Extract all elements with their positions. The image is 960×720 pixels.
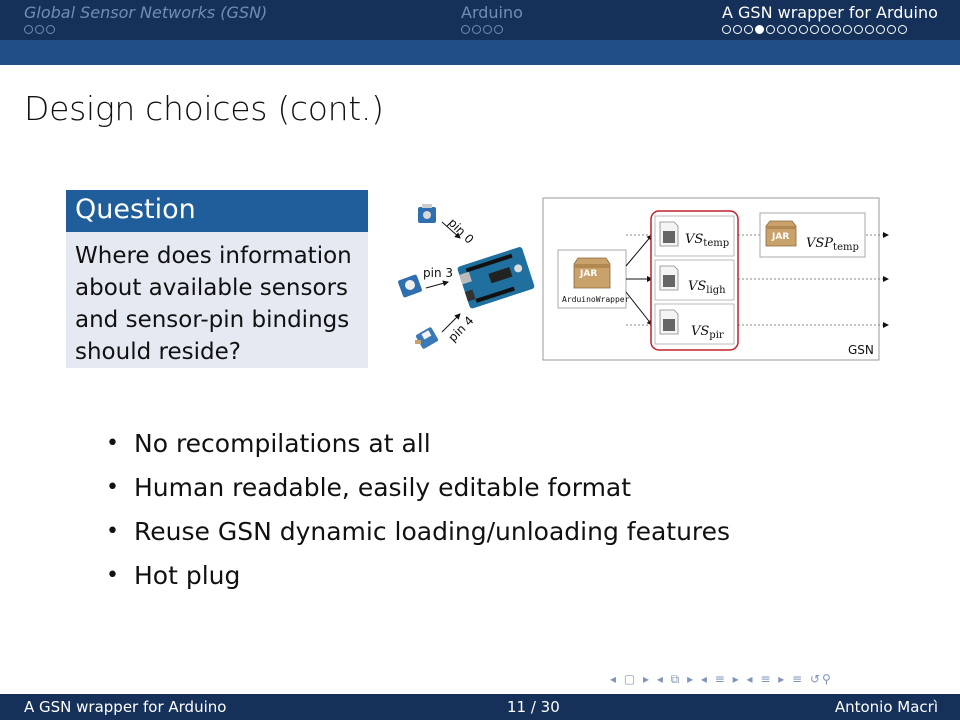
page-number: 11 / 30 <box>507 698 560 716</box>
arduino-board-icon <box>457 247 535 309</box>
nav-dot[interactable] <box>854 25 863 34</box>
diagram-graphics <box>398 197 889 361</box>
nav-dot[interactable] <box>766 25 775 34</box>
xml-file-icon <box>659 265 679 291</box>
nav-dot[interactable] <box>24 25 33 34</box>
nav-dot[interactable] <box>777 25 786 34</box>
nav-dot[interactable] <box>46 25 55 34</box>
bullet-list: • No recompilations at all • Human readabl… <box>104 422 730 598</box>
nav-dot[interactable] <box>494 25 503 34</box>
vs-ligh-label: VSligh <box>688 279 726 296</box>
nav-dot[interactable] <box>799 25 808 34</box>
nav-dots-gsn[interactable] <box>24 25 55 35</box>
prev-frame-icon[interactable]: ◂ ▢ ▸ <box>610 672 651 686</box>
sensor-module-icon <box>418 204 436 223</box>
nav-dot[interactable] <box>865 25 874 34</box>
nav-dot[interactable] <box>876 25 885 34</box>
prev-section-icon[interactable]: ◂ ≡ ▸ <box>701 672 741 686</box>
nav-dot[interactable] <box>722 25 731 34</box>
nav-dot[interactable] <box>755 25 764 34</box>
nav-dots-wrapper[interactable] <box>722 25 907 35</box>
list-item: • No recompilations at all <box>106 429 431 458</box>
nav-section-arduino[interactable]: Arduino <box>461 4 523 22</box>
sensor-module-icon <box>415 327 439 349</box>
nav-section-wrapper[interactable]: A GSN wrapper for Arduino <box>722 4 938 22</box>
nav-dot[interactable] <box>887 25 896 34</box>
jar-label: JAR <box>772 232 790 242</box>
nav-dot[interactable] <box>744 25 753 34</box>
pin-label: pin 3 <box>423 266 454 280</box>
nav-dot[interactable] <box>843 25 852 34</box>
nav-dot[interactable] <box>483 25 492 34</box>
nav-dot[interactable] <box>35 25 44 34</box>
nav-dot[interactable] <box>821 25 830 34</box>
header-bar: Global Sensor Networks (GSN) Arduino A G… <box>0 0 960 40</box>
search-icon[interactable]: ↺⚲ <box>810 672 833 686</box>
question-block-title: Question <box>66 190 368 232</box>
nav-dot[interactable] <box>733 25 742 34</box>
beamer-nav-controls: ◂ ▢ ▸ ◂ ⧉ ▸ ◂ ≡ ▸ ◂ ≡ ▸ ≡ ↺⚲ <box>610 672 833 687</box>
prev-subsection-list-icon[interactable]: ◂ ≡ ▸ <box>746 672 786 686</box>
slide-title: Design choices (cont.) <box>24 89 384 128</box>
sensor-module-icon <box>398 274 422 298</box>
nav-dot[interactable] <box>810 25 819 34</box>
wrapper-label: ArduinoWrapper <box>562 295 630 304</box>
vs-pir-label: VSpir <box>691 324 724 341</box>
prev-subsection-icon[interactable]: ◂ ⧉ ▸ <box>657 672 695 686</box>
nav-dot[interactable] <box>472 25 481 34</box>
nav-dot[interactable] <box>898 25 907 34</box>
footer-bar: A GSN wrapper for Arduino 11 / 30 Antoni… <box>0 694 960 720</box>
architecture-diagram: pin 0 pin 3 pin 4 JAR JAR ArduinoWrapper… <box>380 190 900 370</box>
appendix-icon[interactable]: ≡ <box>792 672 804 686</box>
vs-temp-label: VStemp <box>685 232 730 249</box>
vsp-temp-label: VSPtemp <box>806 236 859 253</box>
list-item: • Hot plug <box>106 561 241 590</box>
gsn-label: GSN <box>848 343 874 357</box>
question-block: Question Where does information about av… <box>66 190 368 368</box>
nav-dot[interactable] <box>788 25 797 34</box>
question-block-body: Where does information about available s… <box>66 232 368 368</box>
xml-file-icon <box>659 309 679 335</box>
header-band <box>0 40 960 65</box>
xml-file-icon <box>659 221 679 247</box>
jar-label: JAR <box>580 269 598 279</box>
nav-dot[interactable] <box>832 25 841 34</box>
list-item: • Reuse GSN dynamic loading/unloading fea… <box>106 517 731 546</box>
nav-dot[interactable] <box>461 25 470 34</box>
list-item: • Human readable, easily editable format <box>106 473 632 502</box>
footer-author: Antonio Macrì <box>834 698 938 716</box>
footer-title: A GSN wrapper for Arduino <box>24 698 227 716</box>
nav-section-gsn[interactable]: Global Sensor Networks (GSN) <box>24 4 267 22</box>
nav-dots-arduino[interactable] <box>461 25 503 35</box>
